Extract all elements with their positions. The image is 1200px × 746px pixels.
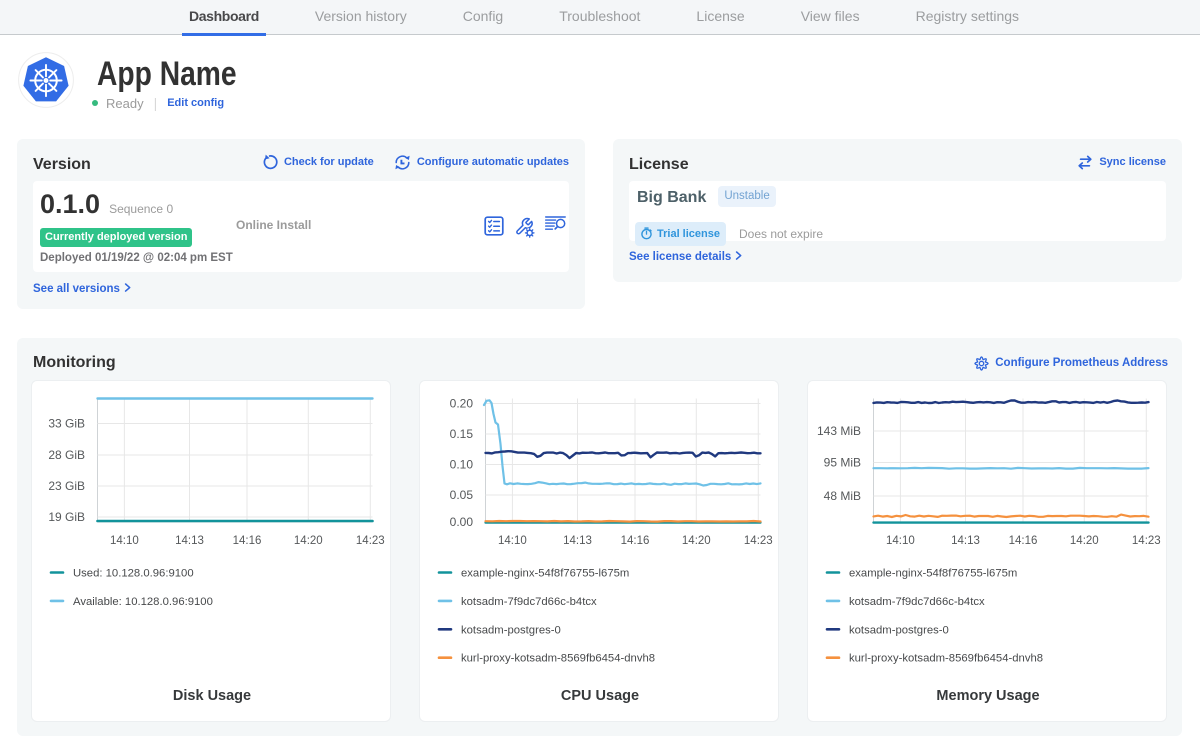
svg-text:kotsadm-7f9dc7d66c-b4tcx: kotsadm-7f9dc7d66c-b4tcx (849, 596, 985, 608)
svg-text:example-nginx-54f8f76755-l675m: example-nginx-54f8f76755-l675m (849, 568, 1017, 580)
svg-text:0.05: 0.05 (450, 488, 474, 502)
svg-text:Memory Usage: Memory Usage (936, 688, 1039, 704)
svg-text:14:16: 14:16 (621, 535, 650, 547)
svg-text:14:10: 14:10 (110, 535, 139, 547)
svg-text:Used: 10.128.0.96:9100: Used: 10.128.0.96:9100 (73, 568, 194, 580)
svg-text:14:16: 14:16 (1009, 535, 1038, 547)
svg-text:19 GiB: 19 GiB (48, 510, 85, 524)
svg-text:14:23: 14:23 (744, 535, 773, 547)
svg-text:95 MiB: 95 MiB (824, 456, 861, 470)
svg-text:0.10: 0.10 (450, 458, 474, 472)
svg-text:kurl-proxy-kotsadm-8569fb6454-: kurl-proxy-kotsadm-8569fb6454-dnvh8 (849, 653, 1043, 665)
svg-text:28 GiB: 28 GiB (48, 448, 85, 462)
svg-text:14:20: 14:20 (682, 535, 711, 547)
svg-text:14:13: 14:13 (951, 535, 980, 547)
svg-text:14:20: 14:20 (1070, 535, 1099, 547)
svg-text:14:13: 14:13 (175, 535, 204, 547)
svg-text:23 GiB: 23 GiB (48, 479, 85, 493)
svg-text:0.00: 0.00 (450, 515, 474, 529)
svg-text:14:23: 14:23 (1132, 535, 1161, 547)
svg-text:0.15: 0.15 (450, 427, 474, 441)
svg-text:example-nginx-54f8f76755-l675m: example-nginx-54f8f76755-l675m (461, 568, 629, 580)
svg-text:14:16: 14:16 (233, 535, 262, 547)
svg-text:kotsadm-7f9dc7d66c-b4tcx: kotsadm-7f9dc7d66c-b4tcx (461, 596, 597, 608)
svg-text:kotsadm-postgres-0: kotsadm-postgres-0 (461, 624, 561, 636)
svg-text:kotsadm-postgres-0: kotsadm-postgres-0 (849, 624, 949, 636)
svg-text:48 MiB: 48 MiB (824, 489, 861, 503)
svg-text:0.20: 0.20 (450, 397, 474, 411)
svg-text:kurl-proxy-kotsadm-8569fb6454-: kurl-proxy-kotsadm-8569fb6454-dnvh8 (461, 653, 655, 665)
svg-text:14:20: 14:20 (294, 535, 323, 547)
svg-text:14:23: 14:23 (356, 535, 385, 547)
svg-text:Disk Usage: Disk Usage (173, 688, 251, 704)
svg-text:14:10: 14:10 (498, 535, 527, 547)
svg-text:Available: 10.128.0.96:9100: Available: 10.128.0.96:9100 (73, 596, 213, 608)
svg-text:14:13: 14:13 (563, 535, 592, 547)
svg-text:CPU Usage: CPU Usage (561, 688, 639, 704)
svg-text:143 MiB: 143 MiB (817, 424, 861, 438)
svg-text:33 GiB: 33 GiB (48, 417, 85, 431)
svg-text:14:10: 14:10 (886, 535, 915, 547)
